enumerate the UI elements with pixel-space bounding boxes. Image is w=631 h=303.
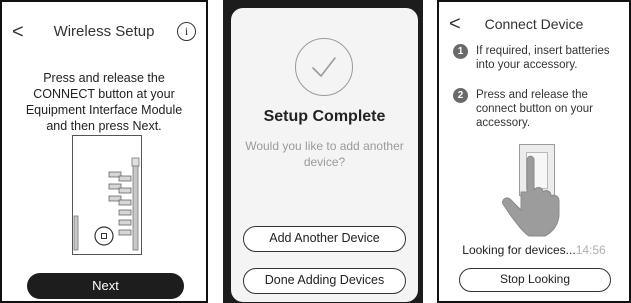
page-title: Connect Device: [484, 16, 584, 32]
next-button[interactable]: Next: [27, 273, 184, 299]
wireless-setup-screen: < Wireless Setup i Press and release the…: [0, 0, 208, 303]
step-text: Press and release the connect button on …: [476, 89, 593, 129]
module-diagram-graphic: [73, 157, 140, 251]
instructions-text: Press and release the CONNECT button at …: [25, 71, 183, 133]
setup-complete-title: Setup Complete: [263, 108, 386, 125]
stop-looking-button[interactable]: Stop Looking: [459, 268, 611, 292]
step-item: 2 Press and release the connect button o…: [453, 88, 621, 134]
pressing-hand-icon: [502, 155, 560, 237]
page-title: Wireless Setup: [53, 23, 155, 40]
step-number-badge: 1: [453, 44, 468, 59]
dialog-card: Setup Complete Would you like to add ano…: [231, 8, 418, 302]
equipment-interface-module-diagram: [72, 135, 142, 255]
checkmark-icon: [312, 57, 336, 77]
checkmark-circle-icon: [295, 38, 353, 96]
searching-status: Looking for devices...14:56: [439, 243, 629, 257]
done-adding-devices-button[interactable]: Done Adding Devices: [243, 268, 406, 294]
step-text: If required, insert batteries into your …: [476, 45, 610, 71]
setup-complete-screen: Setup Complete Would you like to add ano…: [223, 0, 423, 303]
connect-device-screen: < Connect Device 1 If required, insert b…: [437, 0, 631, 303]
countdown-timer: 14:56: [575, 243, 606, 257]
info-icon[interactable]: i: [177, 22, 196, 41]
add-another-device-button[interactable]: Add Another Device: [243, 226, 406, 252]
add-another-question: Would you like to add another device?: [245, 139, 404, 169]
step-number-badge: 2: [453, 88, 468, 103]
looking-text: Looking for devices...: [462, 243, 576, 257]
step-item: 1 If required, insert batteries into you…: [453, 44, 621, 76]
